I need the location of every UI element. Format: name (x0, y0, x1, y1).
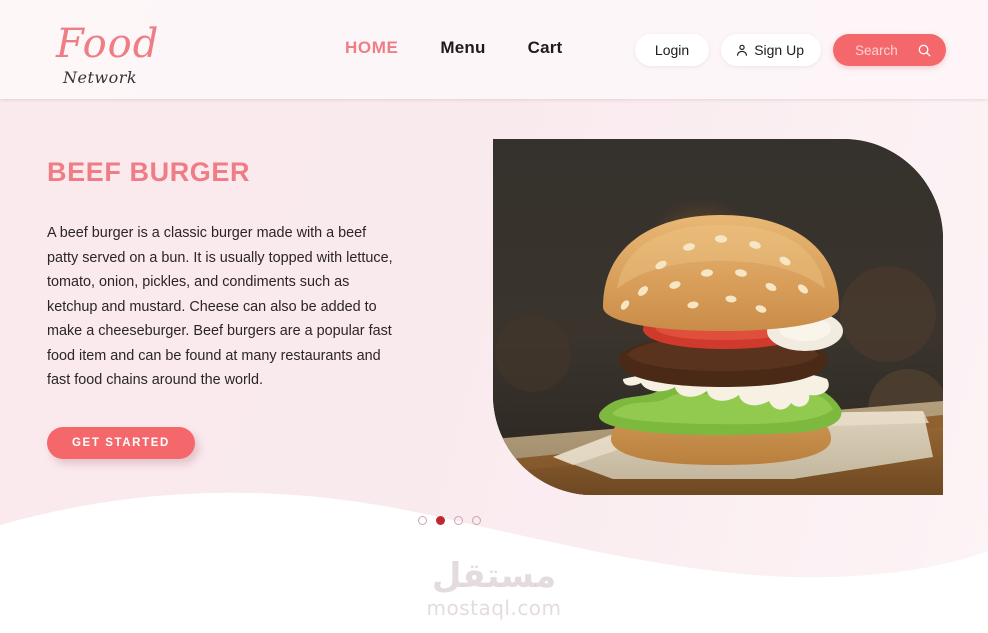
carousel-dot-1[interactable] (418, 516, 427, 525)
search-box[interactable]: Search (833, 34, 946, 66)
signup-label: Sign Up (754, 42, 804, 58)
cta-container: GET STARTED (47, 427, 195, 459)
header-actions: Login Sign Up Search (634, 34, 946, 66)
nav-item-menu[interactable]: Menu (440, 38, 485, 58)
carousel-dots (418, 516, 481, 525)
search-placeholder: Search (855, 42, 898, 58)
hero-product-image (493, 139, 943, 495)
search-icon[interactable] (917, 43, 932, 58)
signup-button[interactable]: Sign Up (721, 34, 821, 66)
site-header: Food Network HOME Menu Cart Login Sign U… (0, 0, 988, 99)
nav-item-home[interactable]: HOME (345, 38, 398, 58)
get-started-button[interactable]: GET STARTED (47, 427, 195, 459)
brand-name: Food (56, 21, 160, 67)
carousel-dot-4[interactable] (472, 516, 481, 525)
brand-tagline: Network (63, 68, 138, 87)
page-title: BEEF BURGER (47, 157, 251, 187)
carousel-dot-3[interactable] (454, 516, 463, 525)
user-icon (735, 43, 749, 57)
bottom-wave-decoration (0, 473, 988, 633)
landing-page: Food Network HOME Menu Cart Login Sign U… (0, 0, 988, 633)
carousel-dot-2[interactable] (436, 516, 445, 525)
brand-logo[interactable]: Food Network (48, 14, 218, 90)
main-navigation: HOME Menu Cart (345, 38, 562, 58)
login-button[interactable]: Login (634, 34, 710, 66)
nav-item-cart[interactable]: Cart (528, 38, 563, 58)
hero-description: A beef burger is a classic burger made w… (47, 225, 393, 388)
